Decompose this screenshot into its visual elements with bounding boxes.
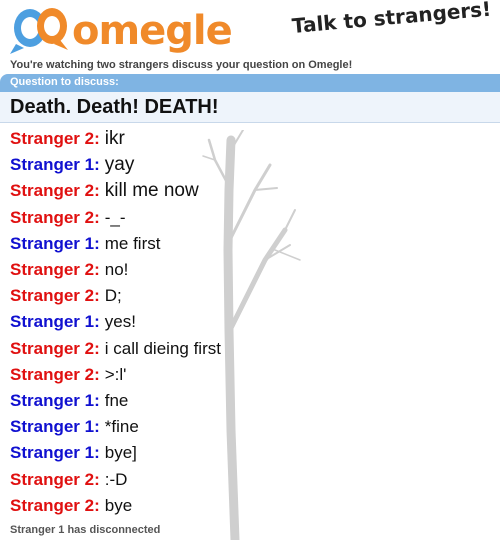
message-text: -_- — [104, 207, 126, 227]
chat-message: Stranger 2: i call dieing first — [10, 336, 490, 362]
watching-subtitle: You're watching two strangers discuss yo… — [10, 59, 353, 71]
chat-message: Stranger 2::-D — [10, 466, 490, 492]
chat-message: Stranger 2: ikr — [10, 126, 490, 152]
chat-message: Stranger 1: fne — [10, 388, 490, 414]
message-text: me first — [104, 233, 161, 253]
message-text: bye — [104, 495, 133, 515]
logo-text: omegle — [72, 8, 232, 54]
speaker-label: Stranger 2: — [10, 181, 100, 201]
message-text: yay — [104, 154, 135, 176]
chat-message: Stranger 2: bye — [10, 493, 490, 519]
speaker-label: Stranger 2: — [10, 207, 100, 227]
header: omegle Talk to strangers! — [0, 0, 500, 58]
speaker-label: Stranger 1: — [10, 417, 100, 437]
message-text: *fine — [104, 417, 139, 437]
chat-message: Stranger 2: D; — [10, 283, 490, 309]
speaker-label: Stranger 2: — [10, 338, 100, 358]
message-text: >:l' — [104, 364, 127, 384]
message-text: bye] — [104, 443, 137, 463]
speaker-label: Stranger 1: — [10, 155, 100, 175]
chat-message: Stranger 2: >:l' — [10, 362, 490, 388]
chat-message: Stranger 1: yes! — [10, 309, 490, 335]
message-text: D; — [104, 286, 122, 306]
message-text: ikr — [104, 128, 125, 150]
speaker-label: Stranger 1: — [10, 312, 100, 332]
speaker-label: Stranger 1: — [10, 390, 100, 410]
message-text: fne — [104, 390, 129, 410]
speaker-label: Stranger 2: — [10, 364, 100, 384]
chat-message: Stranger 2: -_- — [10, 205, 490, 231]
disconnect-status: Stranger 1 has disconnected — [10, 524, 161, 536]
speaker-label: Stranger 2: — [10, 495, 100, 515]
message-text: no! — [104, 260, 129, 280]
speaker-label: Stranger 1: — [10, 443, 100, 463]
message-text: :-D — [104, 469, 128, 489]
speaker-label: Stranger 2: — [10, 286, 100, 306]
question-box: Death. Death! DEATH! — [0, 92, 500, 123]
message-text: kill me now — [104, 180, 199, 202]
tagline: Talk to strangers! — [290, 0, 493, 38]
chat-message: Stranger 1: *fine — [10, 414, 490, 440]
question-label-bar: Question to discuss: — [0, 74, 500, 92]
question-label: Question to discuss: — [10, 76, 119, 88]
chat-message: Stranger 1: me first — [10, 231, 490, 257]
speaker-label: Stranger 2: — [10, 260, 100, 280]
question-text: Death. Death! DEATH! — [10, 96, 219, 118]
chat-message: Stranger 1: yay — [10, 152, 490, 178]
speaker-label: Stranger 2: — [10, 129, 100, 149]
chat-message: Stranger 1: bye] — [10, 440, 490, 466]
chat-log: Stranger 2: ikr Stranger 1: yay Stranger 2: k… — [10, 126, 490, 519]
message-text: i call dieing first — [104, 338, 221, 358]
chat-message: Stranger 2: no! — [10, 257, 490, 283]
speaker-label: Stranger 2: — [10, 469, 100, 489]
speaker-label: Stranger 1: — [10, 233, 100, 253]
chat-message: Stranger 2: kill me now — [10, 178, 490, 204]
message-text: yes! — [104, 312, 136, 332]
omegle-logo[interactable]: omegle — [8, 4, 248, 56]
